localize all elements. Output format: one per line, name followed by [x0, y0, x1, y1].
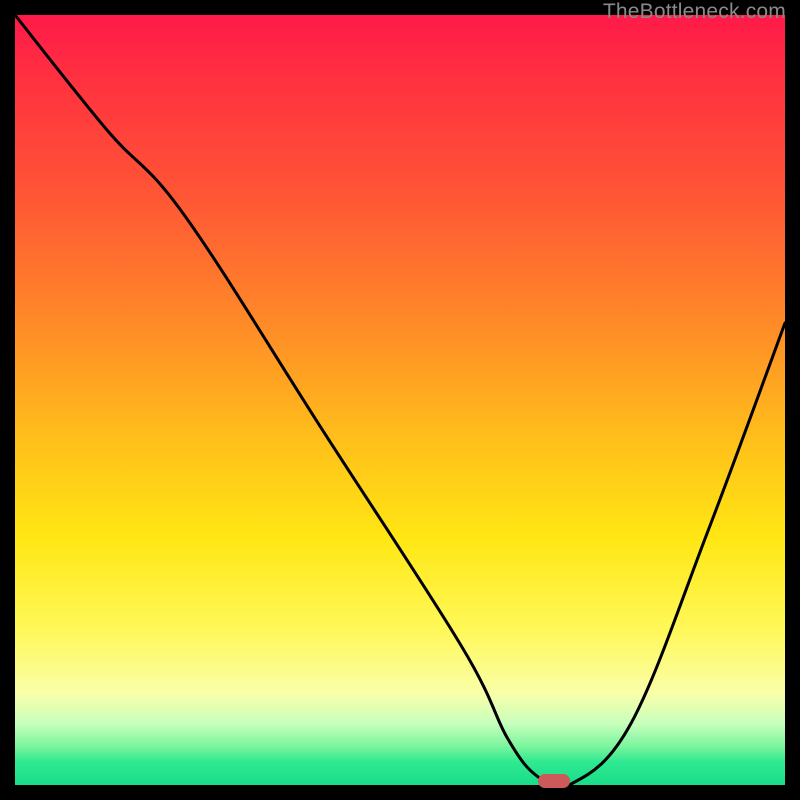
bottleneck-curve [15, 15, 785, 785]
watermark: TheBottleneck.com [603, 0, 786, 24]
optimal-marker [538, 774, 570, 788]
plot-area [15, 15, 785, 785]
chart-frame: TheBottleneck.com [0, 0, 800, 800]
